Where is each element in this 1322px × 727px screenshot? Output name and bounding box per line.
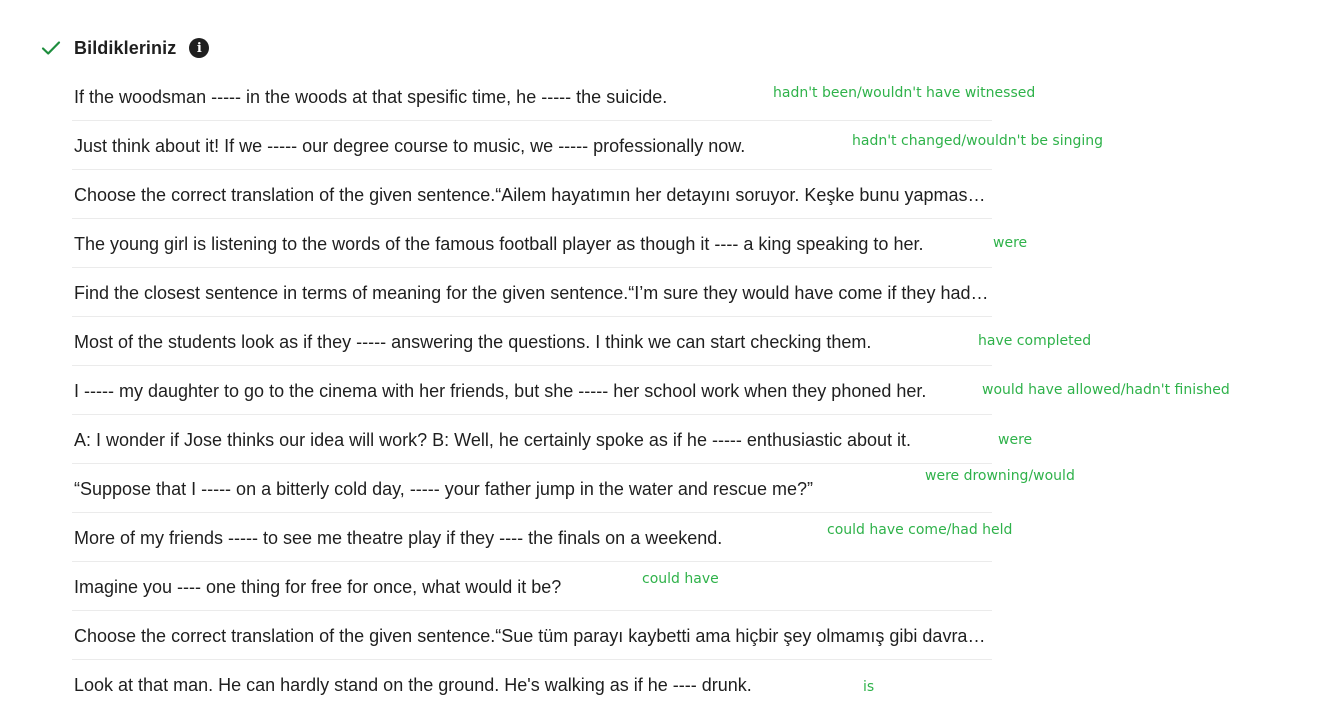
question-row[interactable]: Find the closest sentence in terms of me… xyxy=(72,268,1312,317)
question-list: If the woodsman ----- in the woods at th… xyxy=(72,72,1312,709)
question-text[interactable]: I ----- my daughter to go to the cinema … xyxy=(74,380,982,402)
answer-annotation: is xyxy=(863,679,875,695)
question-row[interactable]: More of my friends ----- to see me theat… xyxy=(72,513,1312,562)
answer-annotation: could have come/had held xyxy=(827,522,1013,538)
question-row[interactable]: I ----- my daughter to go to the cinema … xyxy=(72,366,1312,415)
question-row[interactable]: If the woodsman ----- in the woods at th… xyxy=(72,72,1312,121)
question-text[interactable]: Most of the students look as if they ---… xyxy=(74,331,871,353)
question-row[interactable]: The young girl is listening to the words… xyxy=(72,219,1312,268)
answer-annotation: hadn't changed/wouldn't be singing xyxy=(852,133,1103,149)
section-title: Bildikleriniz xyxy=(74,37,177,58)
question-text[interactable]: The young girl is listening to the words… xyxy=(74,233,992,255)
answer-annotation: could have xyxy=(642,571,719,587)
question-text[interactable]: Imagine you ---- one thing for free for … xyxy=(74,576,561,598)
question-row[interactable]: Choose the correct translation of the gi… xyxy=(72,170,1312,219)
question-text[interactable]: Look at that man. He can hardly stand on… xyxy=(74,674,752,696)
question-text[interactable]: A: I wonder if Jose thinks our idea will… xyxy=(74,429,986,451)
answer-annotation: hadn't been/wouldn't have witnessed xyxy=(773,85,1036,101)
info-icon[interactable]: i xyxy=(189,38,210,58)
question-row[interactable]: Imagine you ---- one thing for free for … xyxy=(72,562,1312,611)
answer-annotation: were drowning/would xyxy=(925,468,1075,484)
question-row[interactable]: Most of the students look as if they ---… xyxy=(72,317,1312,366)
answer-annotation: were xyxy=(993,235,1028,251)
question-row[interactable]: Look at that man. He can hardly stand on… xyxy=(72,660,1312,709)
question-text[interactable]: Just think about it! If we ----- our deg… xyxy=(74,135,745,157)
question-text[interactable]: “Suppose that I ----- on a bitterly cold… xyxy=(74,478,813,500)
question-text[interactable]: If the woodsman ----- in the woods at th… xyxy=(74,86,667,108)
question-row[interactable]: “Suppose that I ----- on a bitterly cold… xyxy=(72,464,1312,513)
question-text[interactable]: Find the closest sentence in terms of me… xyxy=(74,282,992,304)
question-text[interactable]: Choose the correct translation of the gi… xyxy=(74,184,994,206)
question-row[interactable]: A: I wonder if Jose thinks our idea will… xyxy=(72,415,1312,464)
question-row[interactable]: Just think about it! If we ----- our deg… xyxy=(72,121,1312,170)
question-text[interactable]: More of my friends ----- to see me theat… xyxy=(74,527,722,549)
answer-annotation: were xyxy=(998,432,1033,448)
question-text[interactable]: Choose the correct translation of the gi… xyxy=(74,625,994,647)
question-row[interactable]: Choose the correct translation of the gi… xyxy=(72,611,1312,660)
answer-annotation: would have allowed/hadn't finished xyxy=(982,382,1230,398)
section-header: Bildikleriniz i xyxy=(40,34,210,62)
answer-annotation: have completed xyxy=(978,333,1092,349)
checkmark-icon xyxy=(40,37,62,59)
